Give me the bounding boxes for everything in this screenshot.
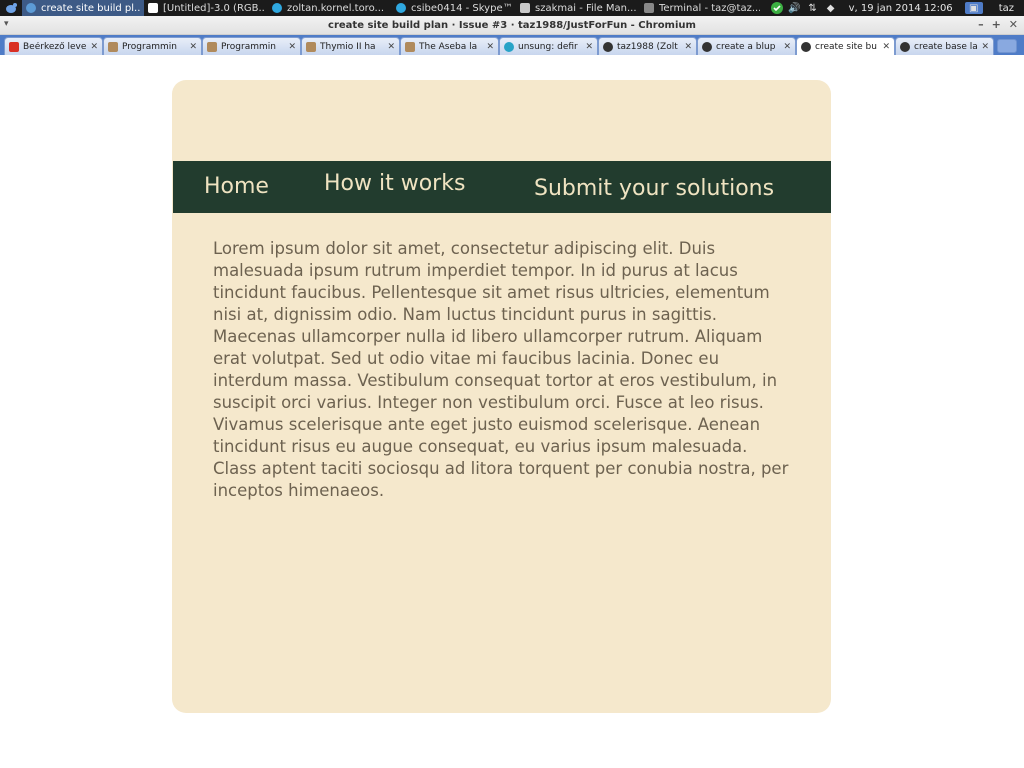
browser-tab[interactable]: create site bu ✕ [796, 37, 895, 55]
page-icon [108, 41, 118, 52]
window-menu-icon[interactable]: ▾ [4, 19, 9, 29]
browser-tab[interactable]: Programmin ✕ [202, 37, 301, 55]
page-viewport: Home How it works Submit your solutions … [0, 55, 1024, 768]
github-icon [603, 41, 613, 52]
browser-tab[interactable]: The Aseba la ✕ [400, 37, 499, 55]
desktop-panel: create site build pl... [Untitled]-3.0 (R… [0, 0, 1024, 16]
tab-label: Programmin [221, 41, 276, 52]
tab-list: Beérkező leve ✕ Programmin ✕ Programmin ✕ Thym… [4, 35, 994, 55]
body-paragraph: Lorem ipsum dolor sit amet, consectetur … [213, 239, 789, 500]
tab-label: Thymio II ha [320, 41, 376, 52]
tab-close-icon[interactable]: ✕ [486, 42, 494, 52]
browser-tab[interactable]: create a blup ✕ [697, 37, 796, 55]
nav-link-how-it-works[interactable]: How it works [324, 171, 465, 196]
skype-icon [396, 3, 406, 13]
taskbar-item[interactable]: [Untitled]-3.0 (RGB... [144, 0, 268, 16]
github-icon [801, 41, 811, 52]
taskbar-item-label: [Untitled]-3.0 (RGB... [163, 2, 264, 14]
browser-tab[interactable]: unsung: defir ✕ [499, 37, 598, 55]
nav-link-submit-solutions[interactable]: Submit your solutions [534, 176, 774, 201]
chromium-icon [26, 3, 36, 13]
taskbar-item[interactable]: create site build pl... [22, 0, 144, 16]
taskbar: create site build pl... [Untitled]-3.0 (R… [22, 0, 764, 16]
page-icon [207, 41, 217, 52]
site-navbar: Home How it works Submit your solutions [173, 161, 831, 213]
minimize-icon[interactable]: – [978, 18, 984, 31]
tab-close-icon[interactable]: ✕ [90, 42, 98, 52]
tab-close-icon[interactable]: ✕ [387, 42, 395, 52]
nav-link-home[interactable]: Home [204, 174, 269, 199]
system-tray: 🔊 ⇅ ◆ v, 19 jan 2014 12:06 ▣ taz [770, 0, 1024, 16]
browser-tab[interactable]: Thymio II ha ✕ [301, 37, 400, 55]
gimp-icon [148, 3, 158, 13]
tab-strip: Beérkező leve ✕ Programmin ✕ Programmin ✕ Thym… [0, 35, 1024, 55]
taskbar-item[interactable]: szakmai - File Man... [516, 0, 640, 16]
tab-close-icon[interactable]: ✕ [981, 42, 989, 52]
browser-tab[interactable]: Programmin ✕ [103, 37, 202, 55]
dropbox-icon[interactable]: ◆ [825, 2, 837, 14]
tab-close-icon[interactable]: ✕ [288, 42, 296, 52]
clock[interactable]: v, 19 jan 2014 12:06 [849, 3, 953, 14]
skype-icon [272, 3, 282, 13]
tab-label: unsung: defir [518, 41, 578, 52]
gmail-icon [9, 41, 19, 52]
page-icon [405, 41, 415, 52]
browser-tab[interactable]: Beérkező leve ✕ [4, 37, 103, 55]
taskbar-item-label: Terminal - taz@taz... [659, 2, 760, 14]
taskbar-item-label: szakmai - File Man... [535, 2, 636, 14]
window-controls: – + ✕ [978, 18, 1018, 31]
browser-tab[interactable]: taz1988 (Zolt ✕ [598, 37, 697, 55]
network-icon[interactable]: ⇅ [807, 2, 819, 14]
xfce-mouse-icon [6, 3, 17, 13]
tab-close-icon[interactable]: ✕ [684, 42, 692, 52]
tab-close-icon[interactable]: ✕ [189, 42, 197, 52]
tab-label: Programmin [122, 41, 177, 52]
volume-icon[interactable]: 🔊 [788, 2, 800, 14]
taskbar-item[interactable]: Terminal - taz@taz... [640, 0, 764, 16]
github-icon [900, 41, 910, 52]
page-icon [306, 41, 316, 52]
folder-icon [520, 3, 530, 13]
tab-label: create base la [914, 41, 978, 52]
checkmark-icon[interactable] [770, 2, 783, 14]
tab-label: create site bu [815, 41, 877, 52]
tab-close-icon[interactable]: ✕ [585, 42, 593, 52]
terminal-icon [644, 3, 654, 13]
taskbar-item-label: zoltan.kornel.toro... [287, 2, 385, 14]
content-card: Home How it works Submit your solutions … [172, 80, 831, 713]
circle-icon [504, 41, 514, 52]
tab-label: taz1988 (Zolt [617, 41, 678, 52]
taskbar-item[interactable]: csibe0414 - Skype™ [392, 0, 516, 16]
tab-close-icon[interactable]: ✕ [783, 42, 791, 52]
close-icon[interactable]: ✕ [1009, 18, 1018, 31]
tab-label: The Aseba la [419, 41, 478, 52]
taskbar-item-label: create site build pl... [41, 2, 140, 14]
tab-label: Beérkező leve [23, 41, 87, 52]
maximize-icon[interactable]: + [992, 18, 1001, 31]
browser-tab[interactable]: create base la ✕ [895, 37, 994, 55]
window-title: create site build plan · Issue #3 · taz1… [328, 19, 696, 31]
taskbar-item[interactable]: zoltan.kornel.toro... [268, 0, 392, 16]
show-desktop-icon[interactable]: ▣ [964, 2, 983, 14]
taskbar-item-label: csibe0414 - Skype™ [411, 2, 512, 14]
new-tab-button[interactable] [997, 39, 1017, 53]
github-icon [702, 41, 712, 52]
tab-close-icon[interactable]: ✕ [882, 42, 890, 52]
tab-label: create a blup [716, 41, 776, 52]
window-titlebar[interactable]: ▾ create site build plan · Issue #3 · ta… [0, 16, 1024, 35]
app-menu-button[interactable] [0, 0, 22, 16]
user-name[interactable]: taz [999, 3, 1014, 14]
